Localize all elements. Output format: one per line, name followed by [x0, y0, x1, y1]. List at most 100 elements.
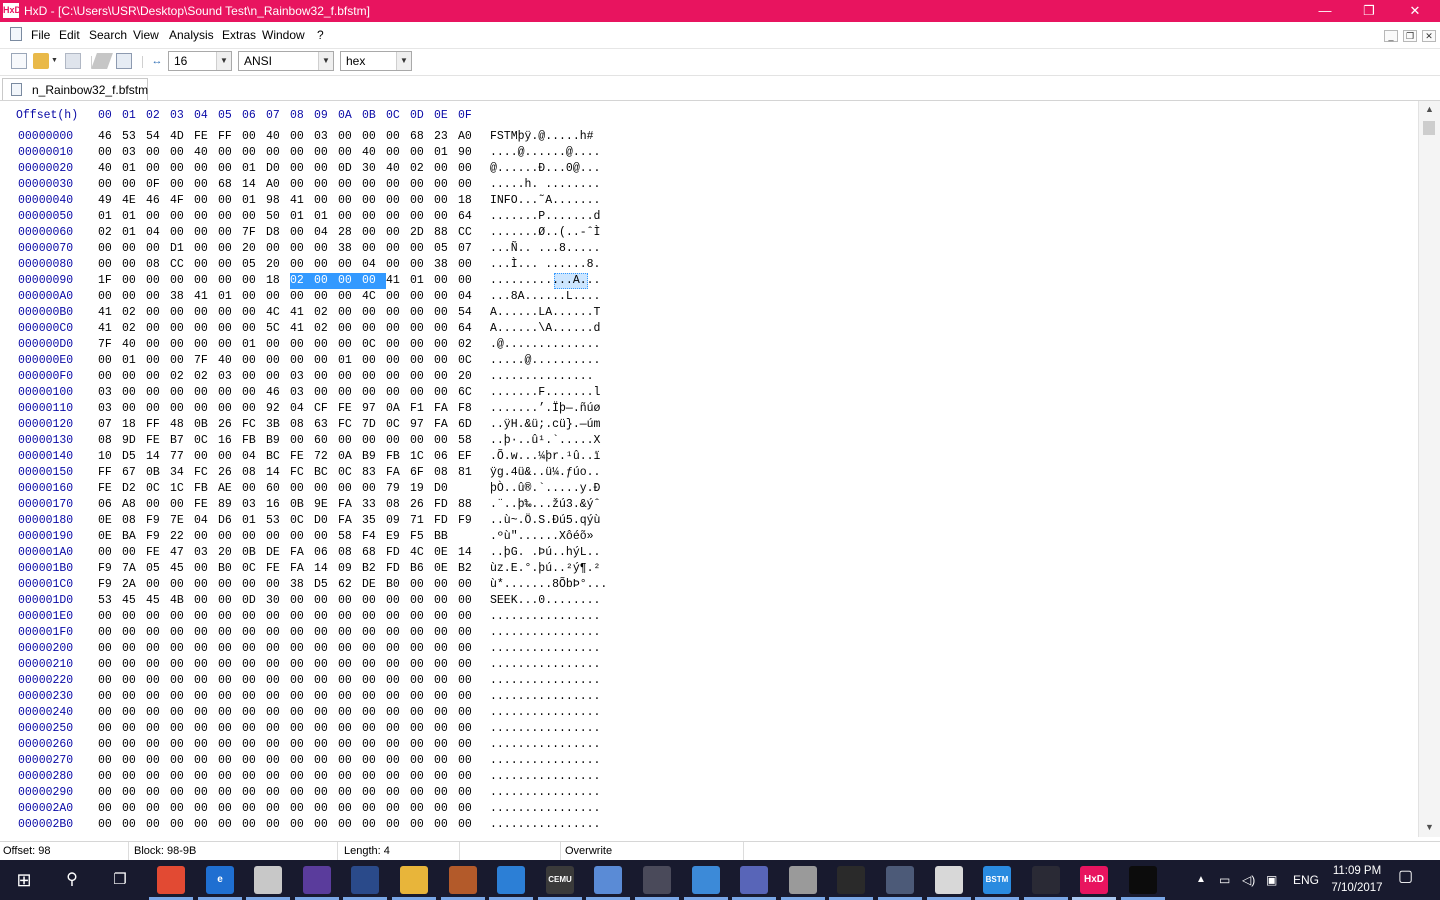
hex-byte[interactable]: 00	[218, 145, 242, 161]
hex-byte[interactable]: 00	[338, 673, 362, 689]
hex-byte[interactable]: FA	[338, 497, 362, 513]
hex-byte[interactable]: 03	[314, 129, 338, 145]
hex-byte[interactable]: 00	[146, 353, 170, 369]
hex-byte[interactable]: 00	[290, 529, 314, 545]
hex-byte[interactable]: 18	[458, 193, 482, 209]
hex-byte[interactable]: 00	[194, 641, 218, 657]
row-bytes[interactable]: 00 00 00 00 00 00 00 00 00 00 00 00 00 00 00 00	[98, 769, 482, 785]
hex-byte[interactable]: 46	[98, 129, 122, 145]
row-text[interactable]: ..þ·..û¹.`.....X	[490, 433, 600, 449]
hex-byte[interactable]: 38	[170, 289, 194, 305]
hex-byte[interactable]: 00	[170, 161, 194, 177]
hex-byte[interactable]: 00	[386, 737, 410, 753]
hex-byte[interactable]: FA	[434, 401, 458, 417]
hex-byte[interactable]: 00	[338, 145, 362, 161]
hex-byte[interactable]: 41	[290, 321, 314, 337]
hex-byte[interactable]: FD	[434, 497, 458, 513]
hex-byte[interactable]: 00	[338, 641, 362, 657]
taskbar-bfstm-app-icon[interactable]: BSTM	[983, 866, 1011, 894]
hex-byte[interactable]: 09	[386, 513, 410, 529]
hex-byte[interactable]: 00	[122, 545, 146, 561]
hex-byte[interactable]: FA	[290, 561, 314, 577]
hex-byte[interactable]: 00	[122, 753, 146, 769]
hex-byte[interactable]: 00	[266, 337, 290, 353]
hex-byte[interactable]: 00	[386, 753, 410, 769]
hex-byte[interactable]: 00	[122, 785, 146, 801]
mdi-close-button[interactable]: ✕	[1422, 30, 1436, 42]
hex-byte[interactable]: 20	[266, 257, 290, 273]
hex-byte[interactable]: 00	[218, 641, 242, 657]
hex-byte[interactable]: 00	[386, 689, 410, 705]
hex-byte[interactable]: 04	[146, 225, 170, 241]
hex-byte[interactable]: 00	[194, 625, 218, 641]
hex-byte[interactable]: 00	[386, 257, 410, 273]
taskbar-discord-icon[interactable]	[740, 866, 768, 894]
hex-byte[interactable]: 00	[458, 785, 482, 801]
hex-byte[interactable]: 00	[146, 337, 170, 353]
hex-byte[interactable]: 00	[170, 145, 194, 161]
hex-byte[interactable]: 7A	[122, 561, 146, 577]
hex-byte[interactable]: 00	[146, 753, 170, 769]
hex-byte[interactable]: 00	[362, 385, 386, 401]
hex-byte[interactable]: 00	[290, 337, 314, 353]
hex-byte[interactable]: 14	[314, 561, 338, 577]
hex-byte[interactable]: 9E	[314, 497, 338, 513]
hex-byte[interactable]: 00	[170, 273, 194, 289]
hex-byte[interactable]: 00	[314, 673, 338, 689]
hex-byte[interactable]: 00	[98, 545, 122, 561]
hex-byte[interactable]: 64	[458, 209, 482, 225]
hex-byte[interactable]: 00	[314, 625, 338, 641]
hex-byte[interactable]: 00	[434, 321, 458, 337]
hex-byte[interactable]: 71	[410, 513, 434, 529]
row-text[interactable]: ................	[490, 625, 600, 641]
hex-byte[interactable]: 1F	[98, 273, 122, 289]
row-text[interactable]: ................	[490, 609, 600, 625]
hex-byte[interactable]: 02	[194, 369, 218, 385]
hex-byte[interactable]: BA	[122, 529, 146, 545]
hex-byte[interactable]: 00	[314, 353, 338, 369]
hex-byte[interactable]: 00	[410, 785, 434, 801]
hex-byte[interactable]: 00	[338, 177, 362, 193]
hex-byte[interactable]: 00	[362, 305, 386, 321]
hex-byte[interactable]: 83	[362, 465, 386, 481]
hex-byte[interactable]: 00	[218, 209, 242, 225]
hex-byte[interactable]: 00	[338, 433, 362, 449]
row-text[interactable]: ÿg.4ü&..ü¼.ƒúo..	[490, 465, 600, 481]
volume-icon[interactable]: ◁)	[1242, 871, 1255, 889]
hex-byte[interactable]: 00	[434, 689, 458, 705]
chevron-down-icon[interactable]: ▼	[318, 52, 333, 70]
hex-byte[interactable]: 00	[434, 353, 458, 369]
hex-byte[interactable]: 00	[170, 225, 194, 241]
hex-byte[interactable]: 00	[242, 769, 266, 785]
mdi-minimize-button[interactable]: _	[1384, 30, 1398, 42]
hex-byte[interactable]: 07	[458, 241, 482, 257]
hex-byte[interactable]: 00	[194, 785, 218, 801]
row-text[interactable]: ................	[490, 641, 600, 657]
vertical-scrollbar[interactable]: ▲ ▼	[1418, 101, 1440, 837]
row-text[interactable]: ................	[490, 689, 600, 705]
row-text[interactable]: ...............	[490, 369, 600, 385]
hex-byte[interactable]: 00	[170, 177, 194, 193]
tray-chevron-up-icon[interactable]: ▲	[1196, 871, 1206, 889]
hex-byte[interactable]: FE	[146, 545, 170, 561]
taskbar-hxd-icon[interactable]: HxD	[1080, 866, 1108, 894]
hex-byte[interactable]: 00	[290, 353, 314, 369]
hex-byte[interactable]: 00	[194, 801, 218, 817]
hex-byte[interactable]: 01	[338, 353, 362, 369]
hex-byte[interactable]: 00	[290, 433, 314, 449]
hex-byte[interactable]: 00	[386, 289, 410, 305]
hex-byte[interactable]: 92	[266, 401, 290, 417]
hex-byte[interactable]: FF	[146, 417, 170, 433]
row-bytes[interactable]: 07 18 FF 48 0B 26 FC 3B 08 63 FC 7D 0C 97 FA 6D	[98, 417, 482, 433]
hex-byte[interactable]: 00	[146, 209, 170, 225]
hex-byte[interactable]: 00	[122, 625, 146, 641]
hex-byte[interactable]: B6	[410, 561, 434, 577]
open-dropdown-icon[interactable]: ▼	[51, 57, 59, 64]
hex-byte[interactable]: 19	[410, 481, 434, 497]
hex-byte[interactable]: 00	[122, 241, 146, 257]
hex-byte[interactable]: 20	[242, 241, 266, 257]
hex-byte[interactable]: 00	[314, 593, 338, 609]
hex-byte[interactable]: 00	[218, 401, 242, 417]
hex-byte[interactable]: 30	[266, 593, 290, 609]
hex-byte[interactable]: 00	[242, 289, 266, 305]
